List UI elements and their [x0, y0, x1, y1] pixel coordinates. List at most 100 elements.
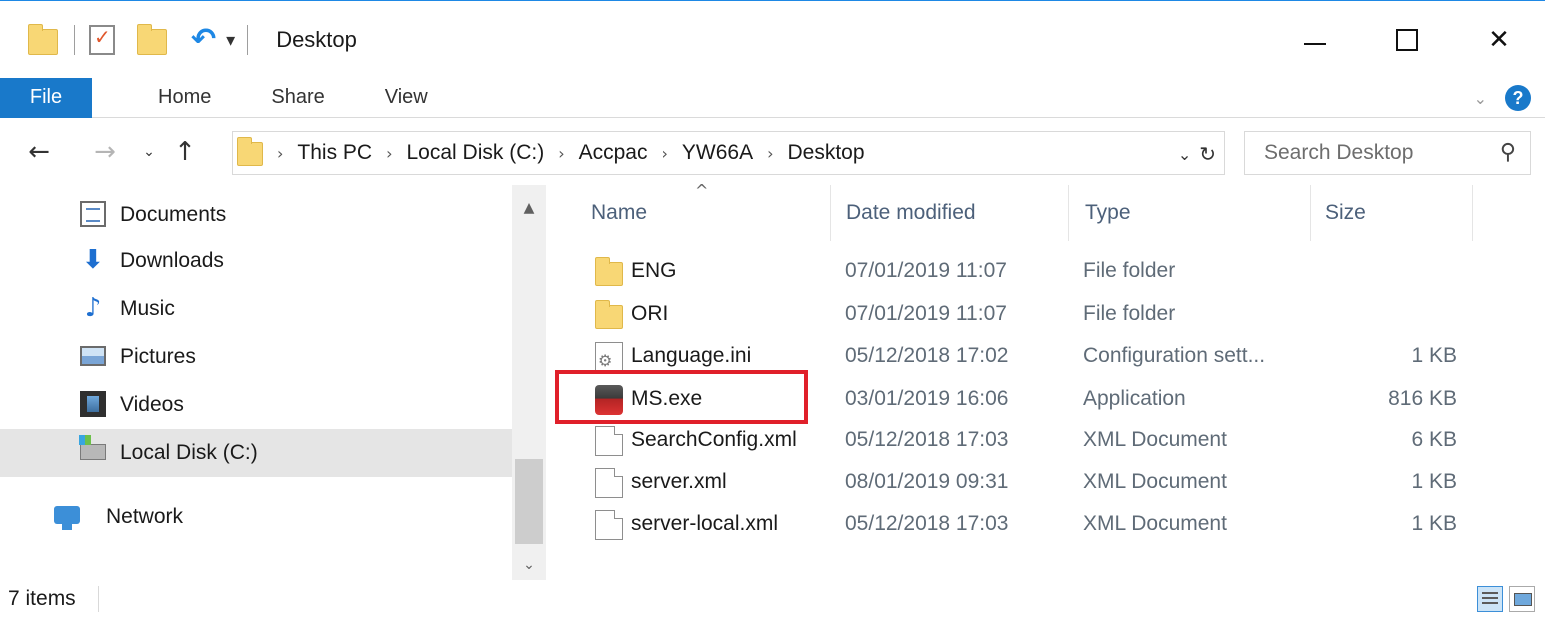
sort-ascending-icon: ^	[695, 181, 709, 200]
file-type: Application	[1083, 387, 1186, 410]
chevron-right-icon[interactable]: ›	[277, 144, 283, 163]
file-date: 05/12/2018 17:03	[845, 512, 1009, 535]
scroll-down-icon[interactable]: ⌄	[512, 550, 546, 580]
column-divider[interactable]	[1068, 185, 1069, 241]
breadcrumb-desktop[interactable]: Desktop	[788, 141, 865, 165]
sidebar-item-network[interactable]: Network	[0, 493, 512, 541]
scroll-thumb[interactable]	[515, 459, 543, 544]
breadcrumb-this-pc[interactable]: This PC	[297, 141, 372, 165]
music-icon: ♪	[84, 293, 102, 323]
address-bar-controls: ⌄ ↻	[1178, 132, 1216, 176]
sidebar-item-local-disk[interactable]: Local Disk (C:)	[0, 429, 512, 477]
details-view-icon[interactable]	[1477, 586, 1503, 612]
file-name: ENG	[631, 259, 677, 282]
column-divider[interactable]	[830, 185, 831, 241]
customize-qat-dropdown-icon[interactable]: ▾	[226, 30, 235, 51]
folder-icon[interactable]	[28, 24, 58, 55]
file-date: 05/12/2018 17:03	[845, 428, 1009, 451]
back-arrow-icon[interactable]: ←	[20, 137, 58, 167]
sidebar-item-label: Pictures	[120, 345, 196, 368]
minimize-icon	[1304, 43, 1326, 45]
file-type: Configuration sett...	[1083, 344, 1266, 367]
tab-home[interactable]: Home	[158, 86, 211, 109]
column-header-name[interactable]: Name	[591, 185, 647, 241]
sidebar-item-label: Network	[106, 505, 184, 528]
scroll-up-icon[interactable]: ▲	[512, 193, 546, 223]
explorer-window: ↶ ▾ Desktop ✕ File Home Share View ⌄ ? ←…	[0, 0, 1545, 617]
breadcrumb-accpac[interactable]: Accpac	[579, 141, 648, 165]
up-arrow-icon[interactable]: ↑	[166, 137, 204, 167]
folder-icon	[595, 300, 623, 330]
tab-file[interactable]: File	[0, 77, 92, 118]
column-divider[interactable]	[1472, 185, 1473, 241]
chevron-right-icon[interactable]: ›	[386, 144, 392, 163]
config-file-icon	[595, 342, 623, 372]
tab-view[interactable]: View	[385, 86, 428, 109]
chevron-right-icon[interactable]: ›	[661, 144, 667, 163]
search-icon[interactable]: ⚲	[1500, 140, 1516, 165]
undo-icon[interactable]: ↶	[191, 25, 216, 55]
refresh-icon[interactable]: ↻	[1199, 142, 1216, 166]
column-headers: ^ Name Date modified Type Size	[555, 181, 1475, 241]
chevron-right-icon[interactable]: ›	[767, 144, 773, 163]
column-header-date[interactable]: Date modified	[846, 185, 976, 241]
tab-share[interactable]: Share	[271, 86, 324, 109]
folder-icon	[595, 257, 623, 287]
expand-ribbon-chevron-icon[interactable]: ⌄	[1474, 89, 1487, 108]
address-history-dropdown-icon[interactable]: ⌄	[1178, 145, 1191, 164]
file-name: server.xml	[631, 470, 727, 493]
sidebar-item-label: Downloads	[120, 249, 224, 272]
properties-icon[interactable]	[89, 25, 115, 55]
highlight-annotation-box	[555, 370, 808, 424]
column-header-type[interactable]: Type	[1085, 185, 1131, 241]
close-icon: ✕	[1488, 25, 1510, 55]
sidebar-item-pictures[interactable]: Pictures	[0, 333, 512, 381]
large-icons-view-icon[interactable]	[1509, 586, 1535, 612]
title-bar: ↶ ▾ Desktop ✕	[0, 2, 1545, 78]
recent-locations-chevron-icon[interactable]: ⌄	[136, 144, 162, 160]
file-date: 08/01/2019 09:31	[845, 470, 1009, 493]
table-row[interactable]: ENG 07/01/2019 11:07 File folder	[573, 250, 1475, 292]
network-icon	[54, 506, 80, 530]
column-header-size[interactable]: Size	[1325, 185, 1366, 241]
file-name: SearchConfig.xml	[631, 428, 797, 451]
sidebar-item-downloads[interactable]: ⬇ Downloads	[0, 237, 512, 285]
status-separator	[97, 586, 99, 612]
breadcrumb-yw66a[interactable]: YW66A	[682, 141, 753, 165]
table-row[interactable]: server.xml 08/01/2019 09:31 XML Document…	[573, 461, 1475, 503]
table-row[interactable]: SearchConfig.xml 05/12/2018 17:03 XML Do…	[573, 419, 1475, 461]
column-divider[interactable]	[1310, 185, 1311, 241]
table-row[interactable]: server-local.xml 05/12/2018 17:03 XML Do…	[573, 503, 1475, 545]
forward-arrow-icon[interactable]: →	[86, 137, 124, 167]
qat-separator	[74, 25, 75, 55]
sidebar-item-documents[interactable]: Documents	[0, 191, 512, 239]
window-title: Desktop	[276, 27, 357, 52]
new-folder-icon[interactable]	[137, 24, 167, 55]
breadcrumb-local-disk[interactable]: Local Disk (C:)	[407, 141, 545, 165]
search-input[interactable]: Search Desktop ⚲	[1244, 131, 1531, 175]
file-type: File folder	[1083, 302, 1176, 325]
file-size: 816 KB	[1388, 387, 1457, 410]
sidebar-item-label: Music	[120, 297, 175, 320]
quick-access-toolbar: ↶ ▾	[0, 2, 262, 78]
sidebar-item-videos[interactable]: Videos	[0, 381, 512, 429]
view-switcher	[1477, 586, 1535, 612]
maximize-icon	[1396, 29, 1418, 51]
file-name: ORI	[631, 302, 669, 325]
file-size: 6 KB	[1411, 428, 1457, 451]
minimize-button[interactable]	[1269, 2, 1361, 78]
close-button[interactable]: ✕	[1453, 2, 1545, 78]
sidebar-item-music[interactable]: ♪ Music	[0, 285, 512, 333]
chevron-right-icon[interactable]: ›	[558, 144, 564, 163]
nav-scrollbar[interactable]: ▲ ⌄	[512, 185, 546, 580]
maximize-button[interactable]	[1361, 2, 1453, 78]
window-controls: ✕	[1269, 2, 1545, 78]
address-bar[interactable]: › This PC › Local Disk (C:) › Accpac › Y…	[232, 131, 1225, 175]
search-placeholder: Search Desktop	[1264, 141, 1414, 164]
status-bar: 7 items	[0, 580, 1545, 617]
sidebar-item-label: Documents	[120, 203, 227, 226]
ribbon-tabs: File Home Share View ⌄ ?	[0, 77, 1545, 118]
help-icon[interactable]: ?	[1505, 85, 1531, 111]
file-name: server-local.xml	[631, 512, 779, 535]
table-row[interactable]: ORI 07/01/2019 11:07 File folder	[573, 293, 1475, 335]
